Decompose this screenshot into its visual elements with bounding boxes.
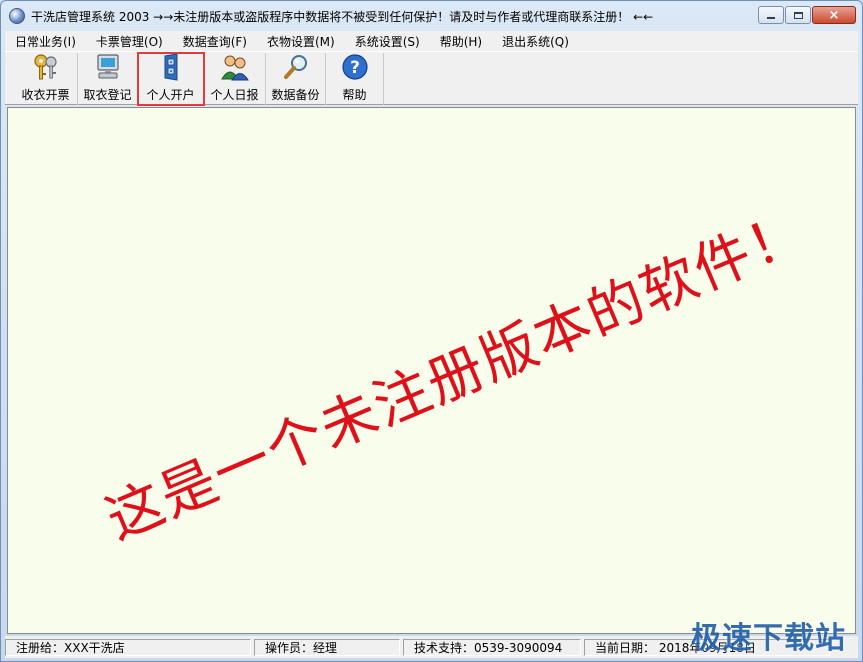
close-button[interactable]: ×: [812, 6, 856, 24]
menu-exit-system[interactable]: 退出系统(Q): [494, 33, 577, 50]
close-icon: ×: [828, 7, 840, 23]
svg-text:?: ?: [350, 58, 360, 78]
help-button[interactable]: ? 帮助: [326, 53, 384, 105]
site-logo: 极速下载站: [691, 621, 846, 656]
menu-daily-business[interactable]: 日常业务(I): [5, 33, 84, 50]
menu-help[interactable]: 帮助(H): [432, 33, 490, 50]
main-window: 干洗店管理系统 2003 →→未注册版本或盗版程序中数据将不被受到任何保护！请及…: [0, 0, 863, 662]
help-icon: ?: [341, 54, 368, 80]
keys-icon: [33, 54, 57, 80]
pickup-register-button[interactable]: 取衣登记: [78, 53, 138, 105]
maximize-button[interactable]: [785, 6, 811, 24]
receive-clothes-button[interactable]: 收衣开票: [14, 53, 78, 105]
computer-icon: [96, 54, 119, 79]
window-title: 干洗店管理系统 2003 →→未注册版本或盗版程序中数据将不被受到任何保护！请及…: [31, 9, 654, 24]
users-icon: [220, 55, 249, 81]
pickup-register-label: 取衣登记: [83, 88, 132, 102]
menu-bar: 日常业务(I) 卡票管理(O) 数据查询(F) 衣物设置(M) 系统设置(S) …: [5, 31, 858, 51]
title-bar[interactable]: 干洗店管理系统 2003 →→未注册版本或盗版程序中数据将不被受到任何保护！请及…: [1, 1, 862, 31]
minimize-icon: [767, 17, 775, 19]
status-support: 技术支持：0539-3090094: [403, 638, 581, 656]
cabinet-icon: [164, 53, 177, 81]
status-registered-to: 注册给：XXX干洗店: [5, 638, 251, 656]
data-backup-label: 数据备份: [271, 88, 320, 102]
personal-daily-report-button[interactable]: 个人日报: [204, 53, 266, 105]
minimize-button[interactable]: [758, 6, 784, 24]
window-controls: ×: [757, 6, 856, 24]
main-workspace: 这是一个未注册版本的软件！: [7, 107, 856, 634]
maximize-icon: [793, 11, 803, 19]
personal-account-button[interactable]: 个人开户: [137, 52, 205, 106]
help-label: 帮助: [342, 88, 367, 102]
personal-daily-report-label: 个人日报: [210, 88, 259, 102]
unregistered-watermark: 这是一个未注册版本的软件！: [97, 198, 817, 553]
toolbar: 收衣开票 取衣登记 个人开户 个人日报 数据备份 ? 帮助: [5, 51, 858, 106]
app-icon[interactable]: [9, 8, 25, 24]
menu-system-settings[interactable]: 系统设置(S): [347, 33, 428, 50]
magnifier-icon: [283, 55, 307, 79]
status-operator: 操作员：经理: [254, 638, 400, 656]
receive-clothes-label: 收衣开票: [21, 88, 70, 102]
personal-account-label: 个人开户: [146, 88, 195, 102]
menu-clothing-settings[interactable]: 衣物设置(M): [259, 33, 343, 50]
data-backup-button[interactable]: 数据备份: [266, 53, 326, 105]
menu-ticket-management[interactable]: 卡票管理(O): [88, 33, 171, 50]
menu-data-query[interactable]: 数据查询(F): [175, 33, 255, 50]
